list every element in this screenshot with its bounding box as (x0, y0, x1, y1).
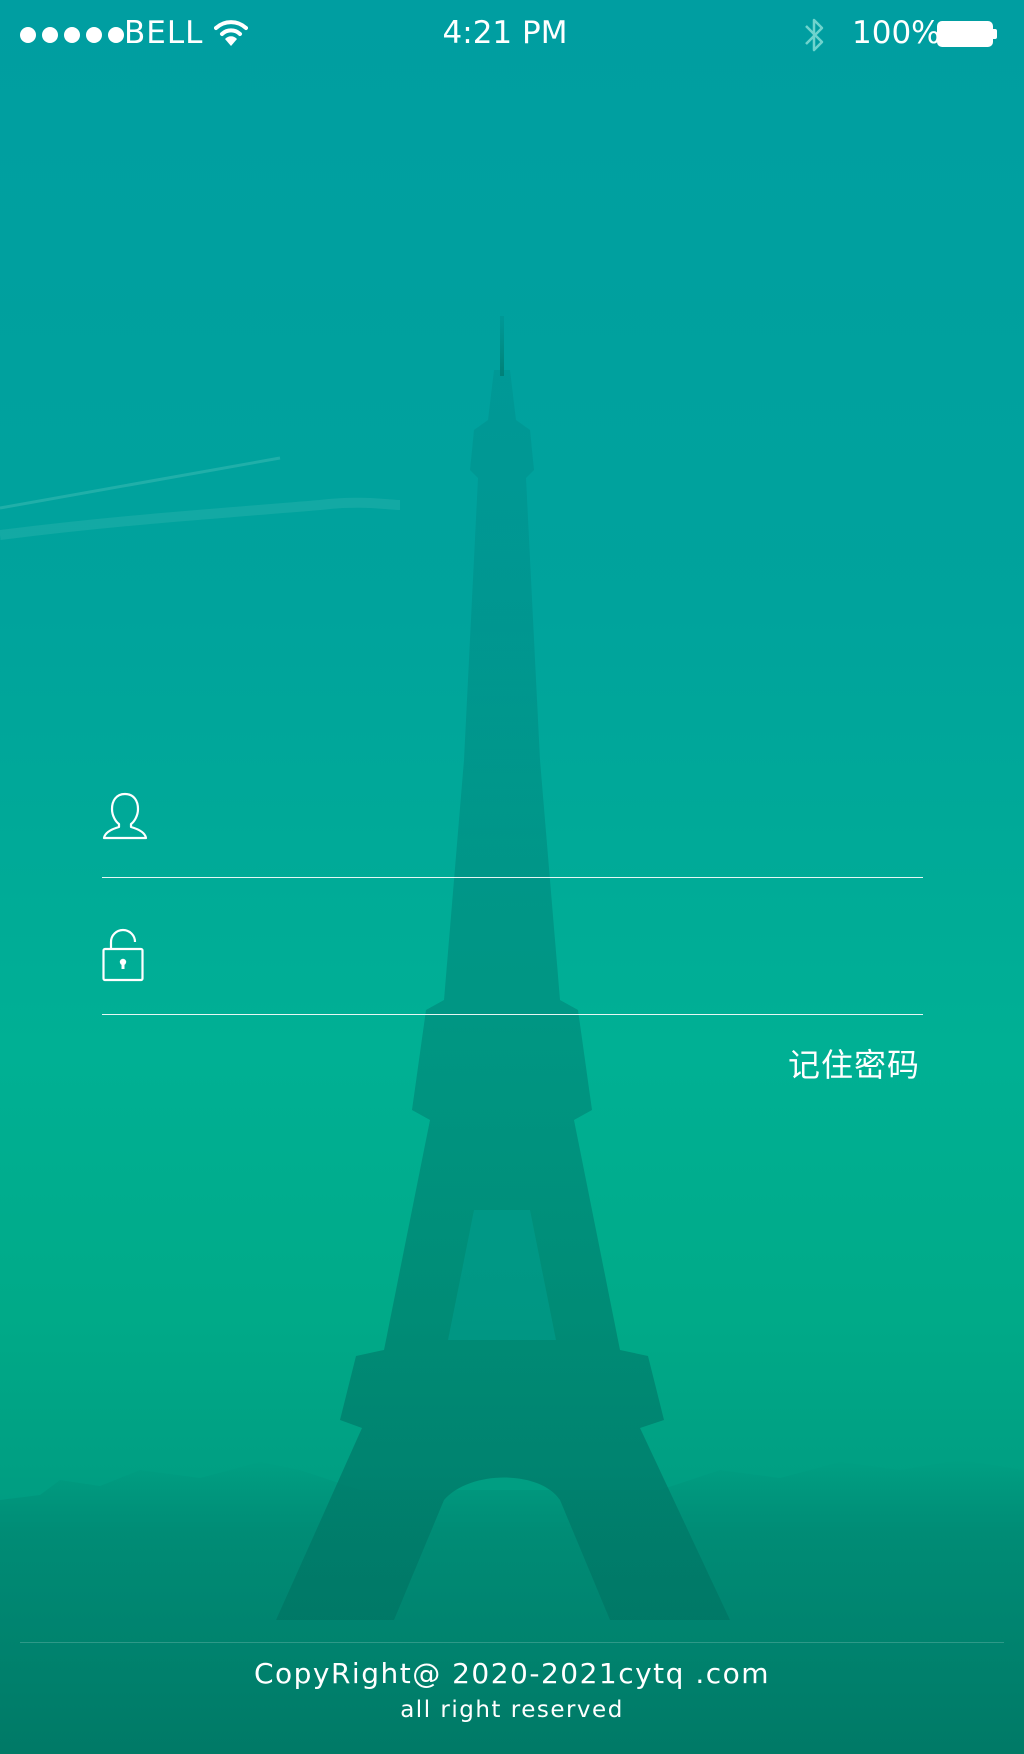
bluetooth-icon (805, 18, 824, 52)
username-field (102, 786, 923, 878)
copyright-text: CopyRight@ 2020-2021cytq .com (253, 1657, 771, 1690)
username-input[interactable] (172, 806, 923, 858)
password-input[interactable] (172, 940, 923, 992)
password-field (102, 920, 923, 1015)
status-bar: BELL 4:21 PM 100% (0, 0, 1024, 70)
remember-password-toggle[interactable]: 记住密码 (788, 1040, 920, 1086)
battery-icon (937, 21, 997, 47)
lock-icon (102, 928, 144, 982)
footer-divider (20, 1642, 1004, 1643)
user-icon (102, 792, 148, 840)
rights-reserved-text: all right reserved (400, 1697, 624, 1723)
battery-percent: 100% (852, 15, 941, 51)
